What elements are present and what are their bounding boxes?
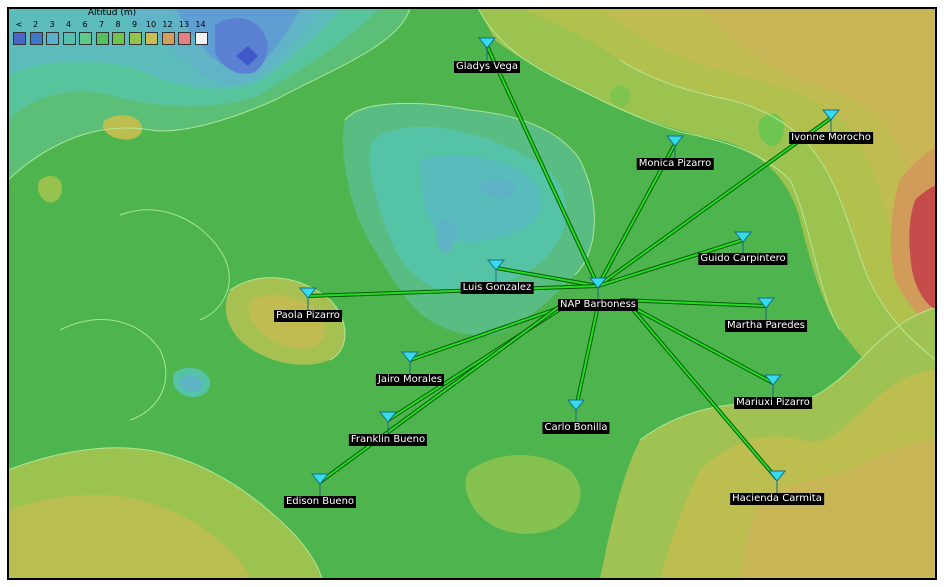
site-label-luis[interactable]: Luis Gonzalez	[460, 282, 534, 294]
site-label-jairo[interactable]: Jairo Morales	[375, 374, 445, 386]
legend-swatch	[128, 32, 142, 45]
legend-tick: 8	[115, 20, 121, 29]
legend-swatch	[145, 32, 158, 45]
site-label-guido[interactable]: Guido Carpintero	[698, 253, 788, 265]
legend-swatch	[13, 32, 26, 45]
legend-tick: 10	[145, 20, 157, 29]
legend-swatch	[161, 32, 175, 45]
terrain-map[interactable]: Altitud (m) <2 3 4 6 7 8 9 10 12 13 14 NAP Barbone…	[0, 0, 944, 587]
site-label-mariuxi[interactable]: Mariuxi Pizarro	[734, 397, 812, 409]
legend-title: Altitud (m)	[87, 8, 137, 18]
legend-tick: 4	[65, 20, 72, 29]
legend-tick: <	[15, 20, 23, 29]
legend-tick: 3	[49, 20, 55, 29]
legend-tick: 9	[131, 20, 138, 29]
legend-tick: 6	[82, 20, 88, 29]
legend-swatch	[62, 32, 76, 45]
legend-tick: 12	[162, 20, 173, 29]
altitude-legend: Altitud (m) <2 3 4 6 7 8 9 10 12 13 14	[12, 8, 212, 50]
site-label-ivonne[interactable]: Ivonne Morocho	[789, 132, 873, 144]
legend-swatch	[178, 32, 191, 45]
legend-tick: 14	[195, 20, 206, 29]
site-label-hacienda[interactable]: Hacienda Carmita	[730, 493, 824, 505]
legend-tick: 7	[98, 20, 105, 29]
legend-swatch	[29, 32, 43, 45]
legend-swatch	[112, 32, 125, 45]
site-label-carlo[interactable]: Carlo Bonilla	[542, 422, 610, 434]
site-label-gladys[interactable]: Gladys Vega	[453, 61, 521, 73]
site-label-franklin[interactable]: Franklin Bueno	[348, 434, 428, 446]
site-label-monica[interactable]: Monica Pizarro	[636, 158, 714, 170]
site-label-edison[interactable]: Edison Bueno	[283, 496, 357, 508]
legend-swatch	[194, 32, 208, 45]
site-label-martha[interactable]: Martha Paredes	[725, 320, 807, 332]
legend-swatch	[79, 32, 92, 45]
site-label-nap[interactable]: NAP Barboness	[557, 299, 639, 311]
site-label-paola[interactable]: Paola Pizarro	[274, 310, 342, 322]
legend-tick: 2	[32, 20, 39, 29]
legend-tick: 13	[178, 20, 190, 29]
legend-swatch	[95, 32, 109, 45]
legend-swatch	[46, 32, 59, 45]
